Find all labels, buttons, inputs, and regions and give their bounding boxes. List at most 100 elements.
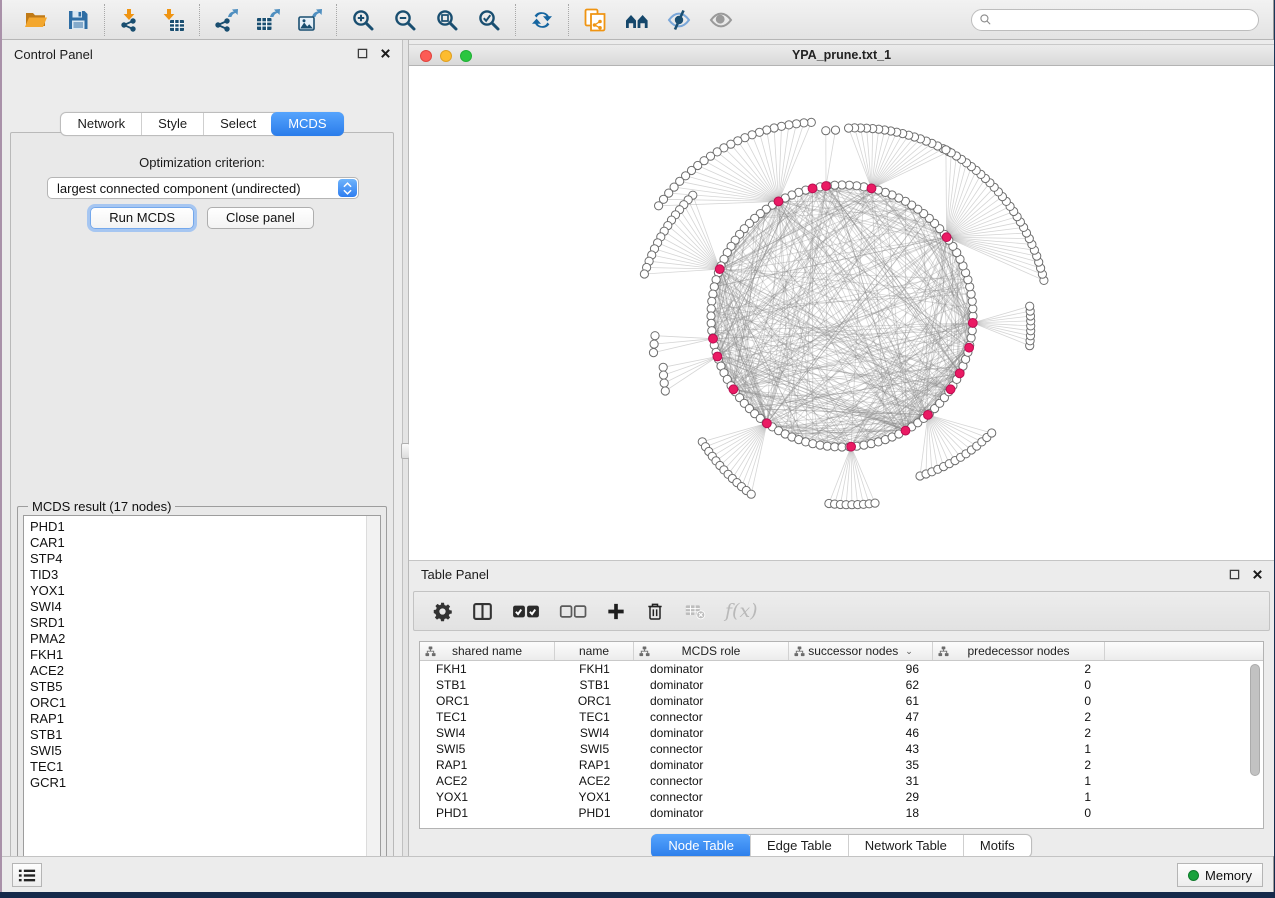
table-row[interactable]: ACE2ACE2connector311 — [420, 773, 1263, 789]
mcds-result-item[interactable]: STB1 — [30, 727, 380, 743]
table-scrollbar[interactable] — [1249, 662, 1262, 828]
tab-mcds[interactable]: MCDS — [271, 112, 343, 136]
column-header-shared-name[interactable]: shared name — [420, 642, 555, 660]
zoom-out-icon[interactable] — [391, 6, 419, 34]
table-row[interactable]: ORC1ORC1dominator610 — [420, 693, 1263, 709]
mcds-result-item[interactable]: GCR1 — [30, 775, 380, 791]
hide-graphics-details-icon[interactable] — [665, 6, 693, 34]
add-icon[interactable] — [606, 599, 626, 623]
cell-predecessor-nodes[interactable]: 1 — [933, 741, 1105, 757]
column-header-successor-nodes[interactable]: successor nodes⌄ — [789, 642, 933, 660]
column-header-MCDS-role[interactable]: MCDS role — [634, 642, 789, 660]
cell-predecessor-nodes[interactable]: 0 — [933, 805, 1105, 821]
cell-name[interactable]: SWI5 — [555, 741, 634, 757]
table-tab-motifs[interactable]: Motifs — [963, 835, 1031, 857]
deselect-all-icon[interactable] — [559, 599, 587, 623]
cell-predecessor-nodes[interactable]: 1 — [933, 789, 1105, 805]
cell-name[interactable]: RAP1 — [555, 757, 634, 773]
show-graphics-details-icon[interactable] — [707, 6, 735, 34]
mcds-result-item[interactable]: ACE2 — [30, 663, 380, 679]
cell-MCDS-role[interactable]: connector — [634, 789, 789, 805]
cell-successor-nodes[interactable]: 47 — [789, 709, 933, 725]
zoom-selected-icon[interactable] — [475, 6, 503, 34]
mcds-result-item[interactable]: PHD1 — [30, 519, 380, 535]
cell-shared-name[interactable]: PHD1 — [420, 805, 555, 821]
mcds-result-item[interactable]: SWI5 — [30, 743, 380, 759]
mcds-result-item[interactable]: PMA2 — [30, 631, 380, 647]
task-history-button[interactable] — [12, 863, 42, 887]
table-row[interactable]: PHD1PHD1dominator180 — [420, 805, 1263, 821]
table-row[interactable]: TEC1TEC1connector472 — [420, 709, 1263, 725]
cell-predecessor-nodes[interactable]: 2 — [933, 725, 1105, 741]
cell-successor-nodes[interactable]: 46 — [789, 725, 933, 741]
mcds-result-item[interactable]: STB5 — [30, 679, 380, 695]
cell-successor-nodes[interactable]: 35 — [789, 757, 933, 773]
delete-icon[interactable] — [645, 599, 665, 623]
close-table-panel-icon[interactable] — [1251, 568, 1264, 581]
cell-shared-name[interactable]: STB1 — [420, 677, 555, 693]
settings-icon[interactable] — [432, 599, 453, 623]
node-table[interactable]: shared namenameMCDS rolesuccessor nodes⌄… — [419, 641, 1264, 829]
cell-successor-nodes[interactable]: 43 — [789, 741, 933, 757]
mcds-result-item[interactable]: CAR1 — [30, 535, 380, 551]
mcds-result-list[interactable]: PHD1CAR1STP4TID3YOX1SWI4SRD1PMA2FKH1ACE2… — [23, 515, 381, 867]
close-panel-button[interactable]: Close panel — [207, 207, 314, 229]
mcds-result-item[interactable]: SRD1 — [30, 615, 380, 631]
cell-name[interactable]: SWI4 — [555, 725, 634, 741]
table-row[interactable]: FKH1FKH1dominator962 — [420, 661, 1263, 677]
tab-select[interactable]: Select — [203, 113, 272, 135]
zoom-in-icon[interactable] — [349, 6, 377, 34]
table-row[interactable]: STB1STB1dominator620 — [420, 677, 1263, 693]
table-tab-node-table[interactable]: Node Table — [651, 834, 751, 858]
cell-MCDS-role[interactable]: connector — [634, 709, 789, 725]
mcds-result-item[interactable]: RAP1 — [30, 711, 380, 727]
cell-name[interactable]: FKH1 — [555, 661, 634, 677]
cell-predecessor-nodes[interactable]: 0 — [933, 677, 1105, 693]
float-table-panel-icon[interactable] — [1228, 568, 1241, 581]
export-network-icon[interactable] — [212, 6, 240, 34]
memory-button[interactable]: Memory — [1177, 863, 1263, 887]
mcds-result-item[interactable]: TEC1 — [30, 759, 380, 775]
refresh-icon[interactable] — [528, 6, 556, 34]
zoom-fit-icon[interactable] — [433, 6, 461, 34]
cell-successor-nodes[interactable]: 61 — [789, 693, 933, 709]
select-all-icon[interactable] — [512, 599, 540, 623]
export-table-icon[interactable] — [254, 6, 282, 34]
cell-MCDS-role[interactable]: dominator — [634, 725, 789, 741]
cell-name[interactable]: STB1 — [555, 677, 634, 693]
float-panel-icon[interactable] — [356, 47, 369, 60]
cell-name[interactable]: ORC1 — [555, 693, 634, 709]
cell-shared-name[interactable]: FKH1 — [420, 661, 555, 677]
column-header-predecessor-nodes[interactable]: predecessor nodes — [933, 642, 1105, 660]
export-image-icon[interactable] — [296, 6, 324, 34]
import-network-icon[interactable] — [117, 6, 145, 34]
cell-name[interactable]: ACE2 — [555, 773, 634, 789]
cell-MCDS-role[interactable]: dominator — [634, 805, 789, 821]
cell-MCDS-role[interactable]: dominator — [634, 757, 789, 773]
cell-MCDS-role[interactable]: dominator — [634, 693, 789, 709]
cell-shared-name[interactable]: TEC1 — [420, 709, 555, 725]
table-row[interactable]: SWI5SWI5connector431 — [420, 741, 1263, 757]
table-row[interactable]: RAP1RAP1dominator352 — [420, 757, 1263, 773]
cell-successor-nodes[interactable]: 18 — [789, 805, 933, 821]
new-network-from-selection-icon[interactable] — [581, 6, 609, 34]
cell-successor-nodes[interactable]: 96 — [789, 661, 933, 677]
save-icon[interactable] — [64, 6, 92, 34]
mcds-result-item[interactable]: ORC1 — [30, 695, 380, 711]
cell-shared-name[interactable]: ORC1 — [420, 693, 555, 709]
cell-shared-name[interactable]: RAP1 — [420, 757, 555, 773]
import-table-icon[interactable] — [159, 6, 187, 34]
table-scrollbar-thumb[interactable] — [1250, 664, 1260, 776]
search-box[interactable] — [971, 9, 1259, 31]
table-row[interactable]: YOX1YOX1connector291 — [420, 789, 1263, 805]
table-tab-network-table[interactable]: Network Table — [848, 835, 963, 857]
table-tab-edge-table[interactable]: Edge Table — [750, 835, 848, 857]
column-header-name[interactable]: name — [555, 642, 634, 660]
cell-MCDS-role[interactable]: dominator — [634, 677, 789, 693]
table-row[interactable]: SWI4SWI4dominator462 — [420, 725, 1263, 741]
open-folder-icon[interactable] — [22, 6, 50, 34]
search-input[interactable] — [992, 13, 1242, 27]
cell-shared-name[interactable]: SWI4 — [420, 725, 555, 741]
network-graph[interactable] — [409, 66, 1274, 560]
mcds-result-item[interactable]: FKH1 — [30, 647, 380, 663]
